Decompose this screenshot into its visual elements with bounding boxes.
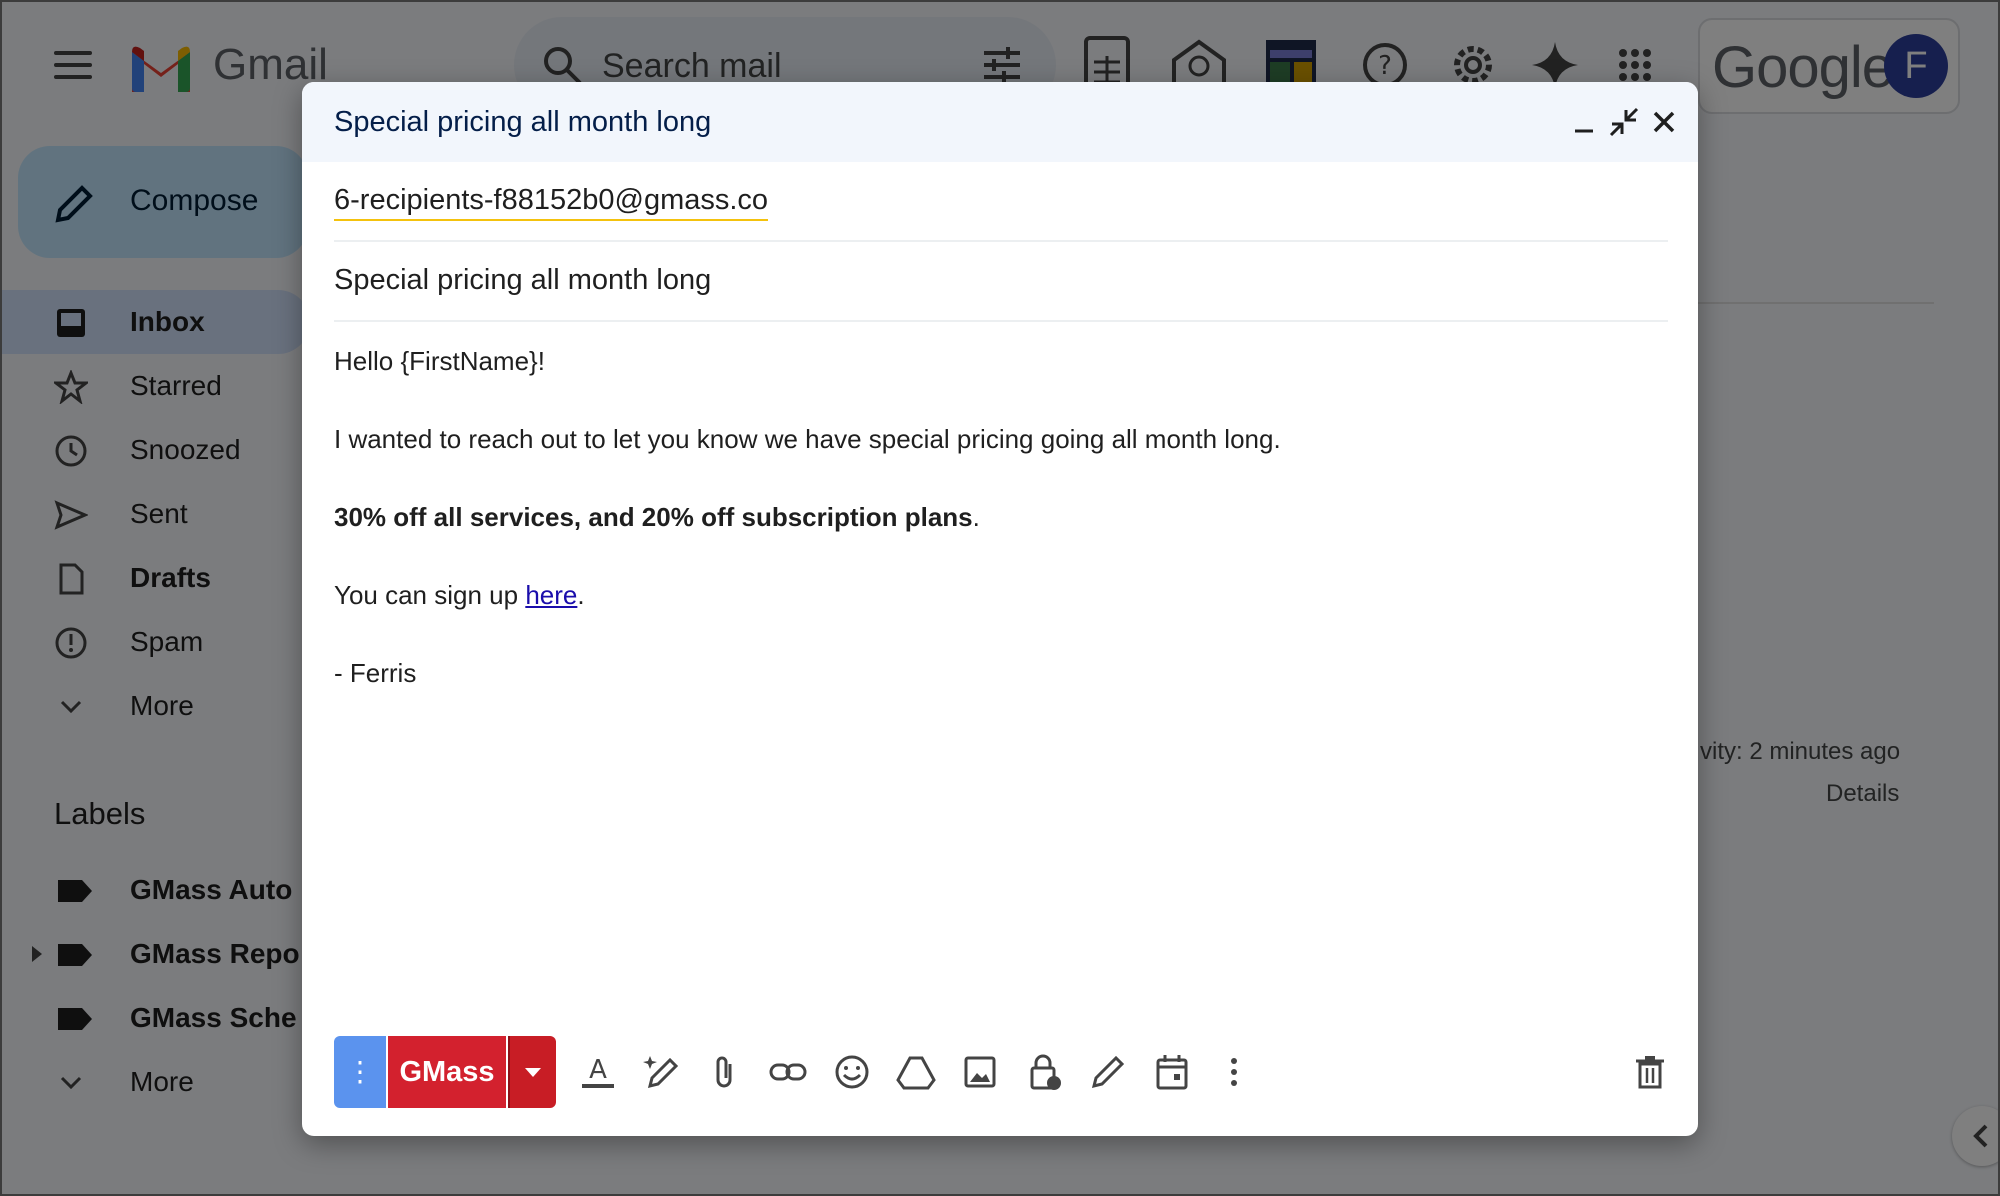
body-signup: You can sign up here. [334,580,585,611]
emoji-icon[interactable] [832,1052,872,1092]
compose-dialog: Special pricing all month long 6-recipie… [302,82,1698,1136]
body-line: I wanted to reach out to let you know we… [334,424,1281,454]
gmass-dropdown-button[interactable] [508,1036,556,1108]
subject-field[interactable]: Special pricing all month long [334,264,711,297]
compose-toolbar: ⋮ GMass A [302,1036,1698,1116]
attach-icon[interactable] [704,1052,744,1092]
signup-link[interactable]: here [525,580,577,610]
caret-down-icon [525,1068,541,1077]
divider [334,240,1668,242]
signup-text: You can sign up [334,580,526,610]
signup-period: . [577,580,585,610]
trash-icon[interactable] [1630,1052,1670,1092]
compose-header: Special pricing all month long [302,82,1698,162]
gmass-settings-button[interactable]: ⋮ [334,1036,386,1108]
insert-photo-icon[interactable] [960,1052,1000,1092]
compose-title: Special pricing all month long [334,106,712,138]
schedule-calendar-icon[interactable] [1152,1052,1192,1092]
close-icon[interactable] [1646,104,1682,140]
offer-bold-text: 30% off all services, and 20% off subscr… [334,502,973,532]
signature-pen-icon[interactable] [1088,1052,1128,1092]
svg-text:A: A [589,1055,607,1085]
drive-icon[interactable] [896,1052,936,1092]
insert-link-icon[interactable] [768,1052,808,1092]
ai-write-icon[interactable] [642,1052,682,1092]
more-options-icon[interactable] [1214,1052,1254,1092]
divider [334,320,1668,322]
text-format-icon[interactable]: A [578,1052,618,1092]
minimize-icon[interactable] [1566,104,1602,140]
body-greeting: Hello {FirstName}! [334,346,545,376]
exit-fullscreen-icon[interactable] [1606,104,1642,140]
body-signature: - Ferris [334,658,417,688]
gmass-send-button[interactable]: GMass [388,1036,506,1108]
confidential-mode-icon[interactable] [1024,1052,1064,1092]
recipient-chip[interactable]: 6-recipients-f88152b0@gmass.co [334,184,769,221]
offer-period: . [972,502,980,532]
body-offer: 30% off all services, and 20% off subscr… [334,502,980,533]
